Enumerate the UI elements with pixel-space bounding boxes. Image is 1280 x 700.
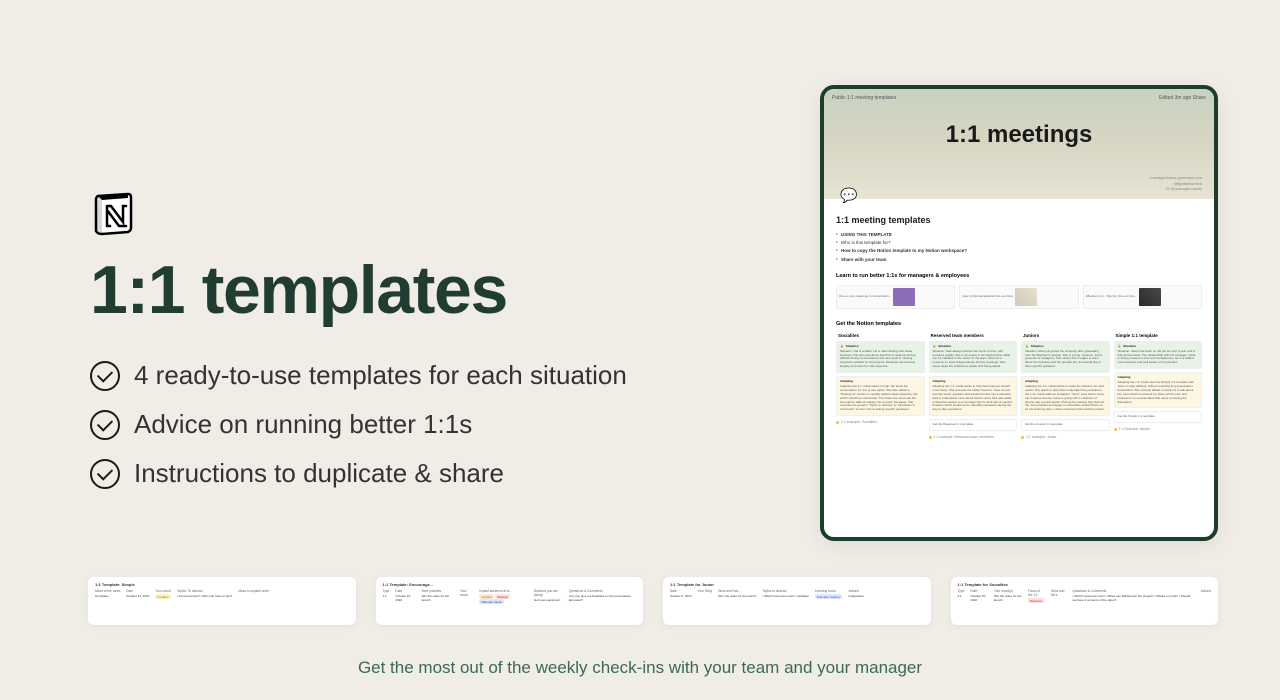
feature-item: Instructions to duplicate & share bbox=[90, 458, 730, 489]
notion-logo bbox=[90, 190, 138, 238]
check-icon bbox=[90, 361, 120, 391]
thumbnail-row: 1:1 Template: Simple Mood of the weekTem… bbox=[88, 577, 1218, 625]
preview-title: 1:1 meetings bbox=[824, 121, 1214, 149]
breadcrumb: Public 1:1 meeting templates bbox=[832, 95, 896, 101]
footer-tagline: Get the most out of the weekly check-ins… bbox=[0, 658, 1280, 678]
page-title: 1:1 templates bbox=[90, 256, 730, 324]
feature-list: 4 ready-to-use templates for each situat… bbox=[90, 360, 730, 489]
get-title: Get the Notion templates bbox=[836, 321, 1202, 327]
thumbnail-card[interactable]: 1:1 Template for Junior DateOctober 6, 2… bbox=[663, 577, 931, 625]
learn-title: Learn to run better 1:1s for managers & … bbox=[836, 273, 1202, 279]
check-icon bbox=[90, 459, 120, 489]
check-icon bbox=[90, 410, 120, 440]
feature-text: Advice on running better 1:1s bbox=[134, 409, 472, 440]
feature-item: Advice on running better 1:1s bbox=[90, 409, 730, 440]
thumbnail-card[interactable]: 1:1 Template: Simple Mood of the weekTem… bbox=[88, 577, 356, 625]
thumbnail-card[interactable]: 1:1 Template for Socialites Type1:1 Date… bbox=[951, 577, 1219, 625]
feature-text: 4 ready-to-use templates for each situat… bbox=[134, 360, 627, 391]
feature-text: Instructions to duplicate & share bbox=[134, 458, 504, 489]
section-title: 1:1 meeting templates bbox=[836, 199, 1202, 225]
templates-grid: Socialites 🔒SituationSituation: Yas is a… bbox=[836, 333, 1202, 439]
bullets: ▸USING THIS TEMPLATE ▸Who is this templa… bbox=[836, 231, 1202, 263]
toolbar: Edited 3m ago Share bbox=[1159, 95, 1206, 101]
thumbnail-card[interactable]: 1:1 Template: Encourage... Type1:1 DateO… bbox=[376, 577, 644, 625]
byline: managerhacks.gumroad.com @lightnessmind … bbox=[1150, 175, 1202, 192]
template-preview: Public 1:1 meeting templates Edited 3m a… bbox=[820, 85, 1218, 541]
learn-cards: One-on-one meetings: A comprehens... How… bbox=[836, 285, 1202, 309]
feature-item: 4 ready-to-use templates for each situat… bbox=[90, 360, 730, 391]
chat-icon: 💬 bbox=[840, 187, 857, 204]
